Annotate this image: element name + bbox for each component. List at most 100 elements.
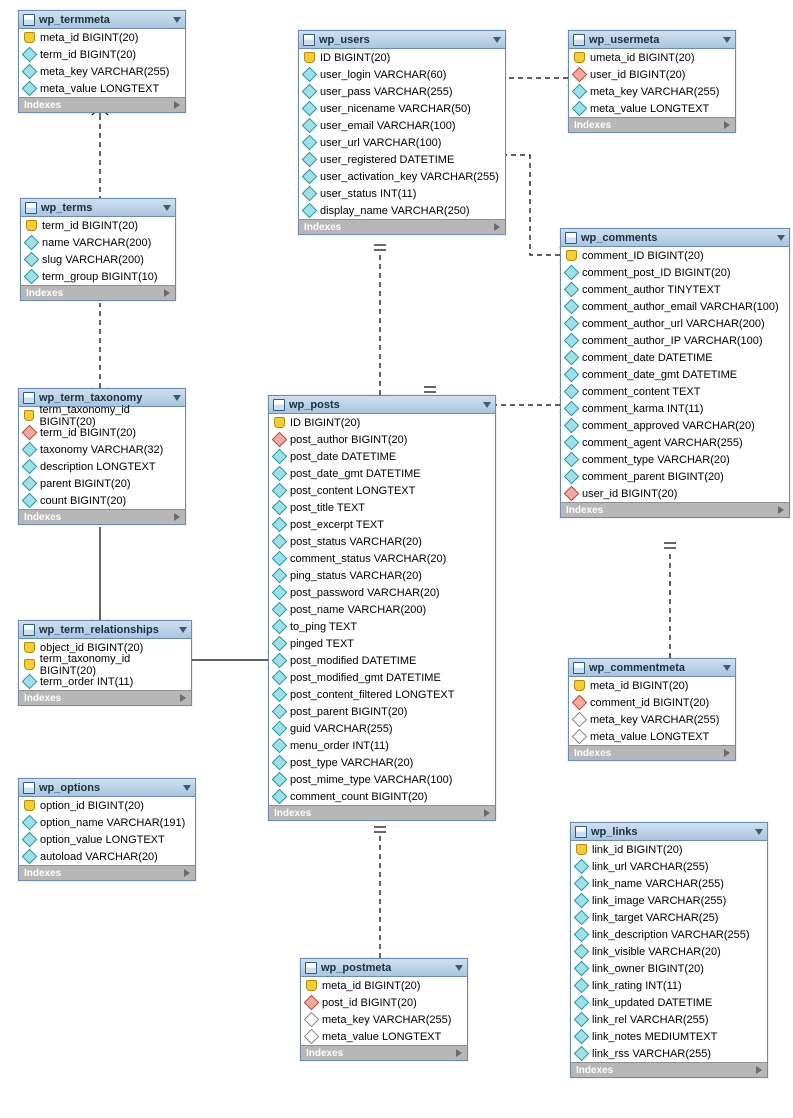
column-type: VARCHAR(200) [348,604,427,616]
column-text: comment_date_gmt DATETIME [582,369,737,381]
indexes-section[interactable]: Indexes [301,1045,467,1060]
column-text: link_image VARCHAR(255) [592,895,726,907]
column-text: post_content LONGTEXT [290,485,415,497]
column-type: DATETIME [657,997,712,1009]
column-row: post_id BIGINT(20) [301,994,467,1011]
entity-title: wp_termmeta [39,14,110,26]
indexes-section[interactable]: Indexes [19,509,185,524]
entity-header[interactable]: wp_posts [269,396,495,414]
attribute-icon [302,186,318,202]
attribute-icon [564,333,580,349]
column-type: TEXT [329,621,357,633]
expand-icon[interactable] [778,506,784,514]
indexes-section[interactable]: Indexes [19,690,191,705]
column-name: ping_status [290,570,346,582]
column-name: link_rss [592,1048,629,1060]
column-name: post_author [290,434,348,446]
entity-header[interactable]: wp_options [19,779,195,797]
column-type: VARCHAR(255) [645,878,724,890]
column-name: user_id [582,488,618,500]
collapse-icon[interactable] [723,37,731,43]
indexes-section[interactable]: Indexes [269,805,495,820]
attribute-icon [272,483,288,499]
expand-icon[interactable] [174,513,180,521]
indexes-section[interactable]: Indexes [21,285,175,300]
column-name: comment_karma [582,403,664,415]
column-type: VARCHAR(255) [632,1048,711,1060]
expand-icon[interactable] [484,809,490,817]
table-icon [303,34,315,46]
column-name: post_excerpt [290,519,353,531]
collapse-icon[interactable] [179,627,187,633]
column-text: user_url VARCHAR(100) [320,137,441,149]
collapse-icon[interactable] [723,665,731,671]
collapse-icon[interactable] [455,965,463,971]
expand-icon[interactable] [756,1066,762,1074]
expand-icon[interactable] [456,1049,462,1057]
collapse-icon[interactable] [183,785,191,791]
column-text: user_registered DATETIME [320,154,454,166]
entity-title: wp_options [39,782,100,794]
column-text: meta_value LONGTEXT [590,103,709,115]
entity-header[interactable]: wp_commentmeta [569,659,735,677]
column-row: menu_order INT(11) [269,737,495,754]
expand-icon[interactable] [180,694,186,702]
expand-icon[interactable] [724,121,730,129]
column-name: comment_approved [582,420,679,432]
column-row: user_status INT(11) [299,185,505,202]
expand-icon[interactable] [494,223,500,231]
column-row: post_password VARCHAR(20) [269,584,495,601]
column-name: comment_type [582,454,654,466]
collapse-icon[interactable] [173,395,181,401]
collapse-icon[interactable] [755,829,763,835]
indexes-section[interactable]: Indexes [561,502,789,517]
attribute-icon [272,619,288,635]
entity-header[interactable]: wp_terms [21,199,175,217]
indexes-section[interactable]: Indexes [569,745,735,760]
indexes-section[interactable]: Indexes [299,219,505,234]
column-name: post_password [290,587,364,599]
indexes-section[interactable]: Indexes [569,117,735,132]
entity-header[interactable]: wp_users [299,31,505,49]
column-row: post_date_gmt DATETIME [269,465,495,482]
indexes-section[interactable]: Indexes [19,97,185,112]
attribute-icon [302,152,318,168]
indexes-label: Indexes [574,748,611,759]
expand-icon[interactable] [174,101,180,109]
attribute-icon [22,64,38,80]
indexes-section[interactable]: Indexes [19,865,195,880]
table-icon [573,34,585,46]
expand-icon[interactable] [164,289,170,297]
column-text: parent BIGINT(20) [40,478,131,490]
collapse-icon[interactable] [173,17,181,23]
column-type: VARCHAR(200) [73,237,152,249]
column-type: BIGINT(20) [74,478,130,490]
entity-header[interactable]: wp_term_relationships [19,621,191,639]
entity-header[interactable]: wp_termmeta [19,11,185,29]
entity-header[interactable]: wp_usermeta [569,31,735,49]
column-text: comment_author_IP VARCHAR(100) [582,335,763,347]
column-type: VARCHAR(100) [700,301,779,313]
entity-wp_users: wp_usersID BIGINT(20)user_login VARCHAR(… [298,30,506,235]
attribute-icon [272,653,288,669]
collapse-icon[interactable] [483,402,491,408]
entity-header[interactable]: wp_comments [561,229,789,247]
expand-icon[interactable] [724,749,730,757]
column-name: user_activation_key [320,171,417,183]
collapse-icon[interactable] [777,235,785,241]
entity-header[interactable]: wp_postmeta [301,959,467,977]
collapse-icon[interactable] [163,205,171,211]
collapse-icon[interactable] [493,37,501,43]
column-text: post_password VARCHAR(20) [290,587,440,599]
indexes-section[interactable]: Indexes [571,1062,767,1077]
entity-header[interactable]: wp_links [571,823,767,841]
attribute-icon [304,1012,320,1028]
entity-title: wp_term_taxonomy [39,392,142,404]
table-icon [23,782,35,794]
entity-wp_links: wp_linkslink_id BIGINT(20)link_url VARCH… [570,822,768,1078]
column-name: slug [42,254,62,266]
expand-icon[interactable] [184,869,190,877]
column-text: term_id BIGINT(20) [40,49,136,61]
column-name: meta_value [40,83,97,95]
attribute-icon [272,449,288,465]
